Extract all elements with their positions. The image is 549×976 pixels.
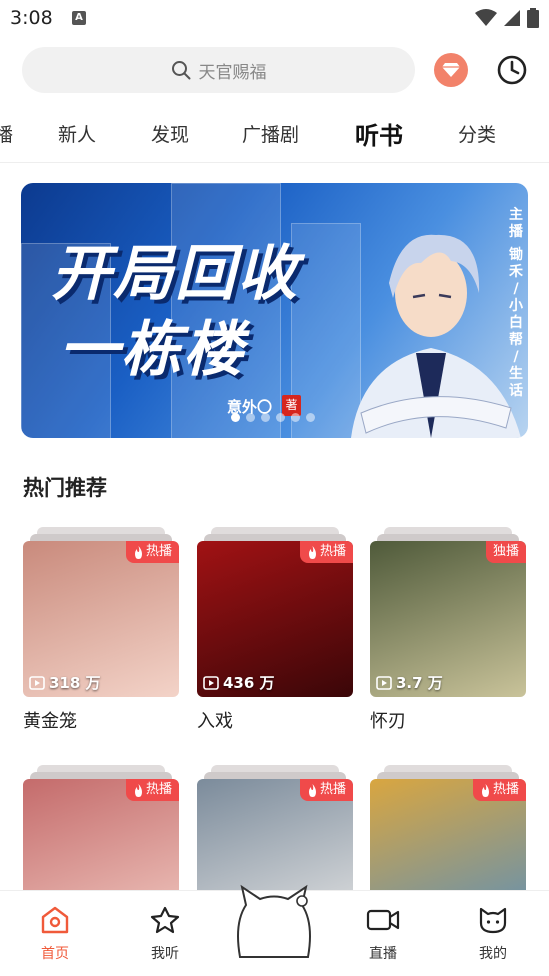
wifi-icon [475, 9, 497, 26]
hot-badge-label: 热播 [319, 544, 346, 559]
search-icon [171, 61, 190, 80]
pagination-dot[interactable] [246, 413, 255, 422]
banner-title-line2: 一栋楼 [59, 315, 245, 385]
category-tabs: 播 新人 发现 广播剧 听书 分类 [0, 108, 549, 160]
hot-badge-label: 热播 [492, 782, 519, 797]
play-icon [29, 675, 45, 690]
tab-discover[interactable]: 发现 [151, 120, 189, 147]
banner-title-line1: 开局回收 [51, 239, 299, 309]
hot-badge: 热播 [299, 779, 353, 801]
hot-badge: 热播 [125, 779, 179, 801]
vip-gem-button[interactable] [434, 53, 468, 87]
play-icon [376, 675, 392, 690]
fire-icon [308, 783, 316, 797]
nav-profile[interactable]: 我的 [463, 905, 523, 963]
tabs-divider [0, 162, 549, 163]
notification-icon: A [72, 11, 86, 25]
home-icon [41, 906, 69, 934]
pagination-dot[interactable] [231, 413, 240, 422]
book-card[interactable]: 热播 318 万黄金笼 [23, 527, 179, 732]
hot-badge-label: 热播 [319, 782, 346, 797]
play-count: 3.7 万 [376, 672, 443, 693]
search-input[interactable]: 天官赐福 [22, 47, 415, 93]
cat-mascot-icon [237, 884, 311, 958]
hot-badge: 热播 [125, 541, 179, 563]
nav-center-mascot[interactable] [232, 883, 316, 961]
book-title: 入戏 [197, 711, 233, 732]
book-card[interactable]: 热播 436 万入戏 [197, 527, 353, 732]
star-icon [150, 906, 180, 934]
section-title: 热门推荐 [23, 476, 107, 500]
banner-cast-label: 主播 [509, 207, 523, 240]
banner-pagination [231, 413, 315, 422]
status-icons [475, 8, 539, 28]
fire-icon [308, 545, 316, 559]
book-cover[interactable]: 热播 436 万 [197, 541, 353, 697]
tab-category[interactable]: 分类 [458, 120, 496, 147]
banner-character-illustration [351, 234, 521, 438]
tab-radio-drama[interactable]: 广播剧 [242, 120, 299, 147]
pagination-dot[interactable] [306, 413, 315, 422]
book-cover[interactable]: 独播 3.7 万 [370, 541, 526, 697]
play-count-value: 3.7 万 [396, 674, 443, 692]
fire-icon [134, 783, 142, 797]
history-button[interactable] [495, 53, 529, 87]
book-cover[interactable]: 热播 318 万 [23, 541, 179, 697]
pagination-dot[interactable] [291, 413, 300, 422]
nav-live-label: 直播 [369, 946, 397, 962]
search-row: 天官赐福 [0, 46, 549, 94]
book-title: 黄金笼 [23, 711, 77, 732]
tab-audiobook[interactable]: 听书 [355, 116, 403, 151]
nav-profile-label: 我的 [479, 946, 507, 962]
promo-banner[interactable]: 开局回收 一栋楼 主播 锄禾 / 小白帮 / 生话 意外〇 著 [21, 183, 528, 438]
play-count-value: 318 万 [49, 674, 101, 692]
nav-home-label: 首页 [41, 946, 69, 962]
nav-listen-label: 我听 [151, 946, 179, 962]
tab-partial[interactable]: 播 [0, 120, 13, 147]
battery-icon [527, 8, 539, 28]
hot-badge-label: 热播 [145, 544, 172, 559]
pagination-dot[interactable] [261, 413, 270, 422]
play-count: 318 万 [29, 672, 101, 693]
hot-badge: 热播 [299, 541, 353, 563]
status-bar: 3:08 A [0, 0, 549, 38]
search-placeholder: 天官赐福 [198, 62, 267, 83]
nav-home[interactable]: 首页 [25, 905, 85, 963]
book-card[interactable]: 独播 3.7 万怀刃 [370, 527, 526, 732]
hot-badge: 热播 [472, 779, 526, 801]
hot-badge-label: 热播 [145, 782, 172, 797]
nav-listen[interactable]: 我听 [135, 905, 195, 963]
play-icon [203, 675, 219, 690]
bottom-nav: 首页 我听 直播 我的 [0, 884, 549, 976]
hot-badge: 独播 [485, 541, 526, 563]
status-time: 3:08 [10, 7, 53, 29]
clock-icon [497, 55, 527, 85]
hot-badge-label: 独播 [492, 544, 519, 559]
banner-cast-names: 锄禾 / 小白帮 / 生话 [509, 247, 523, 399]
nav-live[interactable]: 直播 [353, 905, 413, 963]
tab-new[interactable]: 新人 [58, 120, 96, 147]
signal-icon [504, 10, 520, 26]
video-icon [366, 909, 400, 931]
fire-icon [134, 545, 142, 559]
play-count: 436 万 [203, 672, 275, 693]
gem-icon [442, 63, 460, 77]
play-count-value: 436 万 [223, 674, 275, 692]
fire-icon [481, 783, 489, 797]
pagination-dot[interactable] [276, 413, 285, 422]
book-title: 怀刃 [370, 711, 406, 732]
profile-icon [479, 907, 507, 934]
